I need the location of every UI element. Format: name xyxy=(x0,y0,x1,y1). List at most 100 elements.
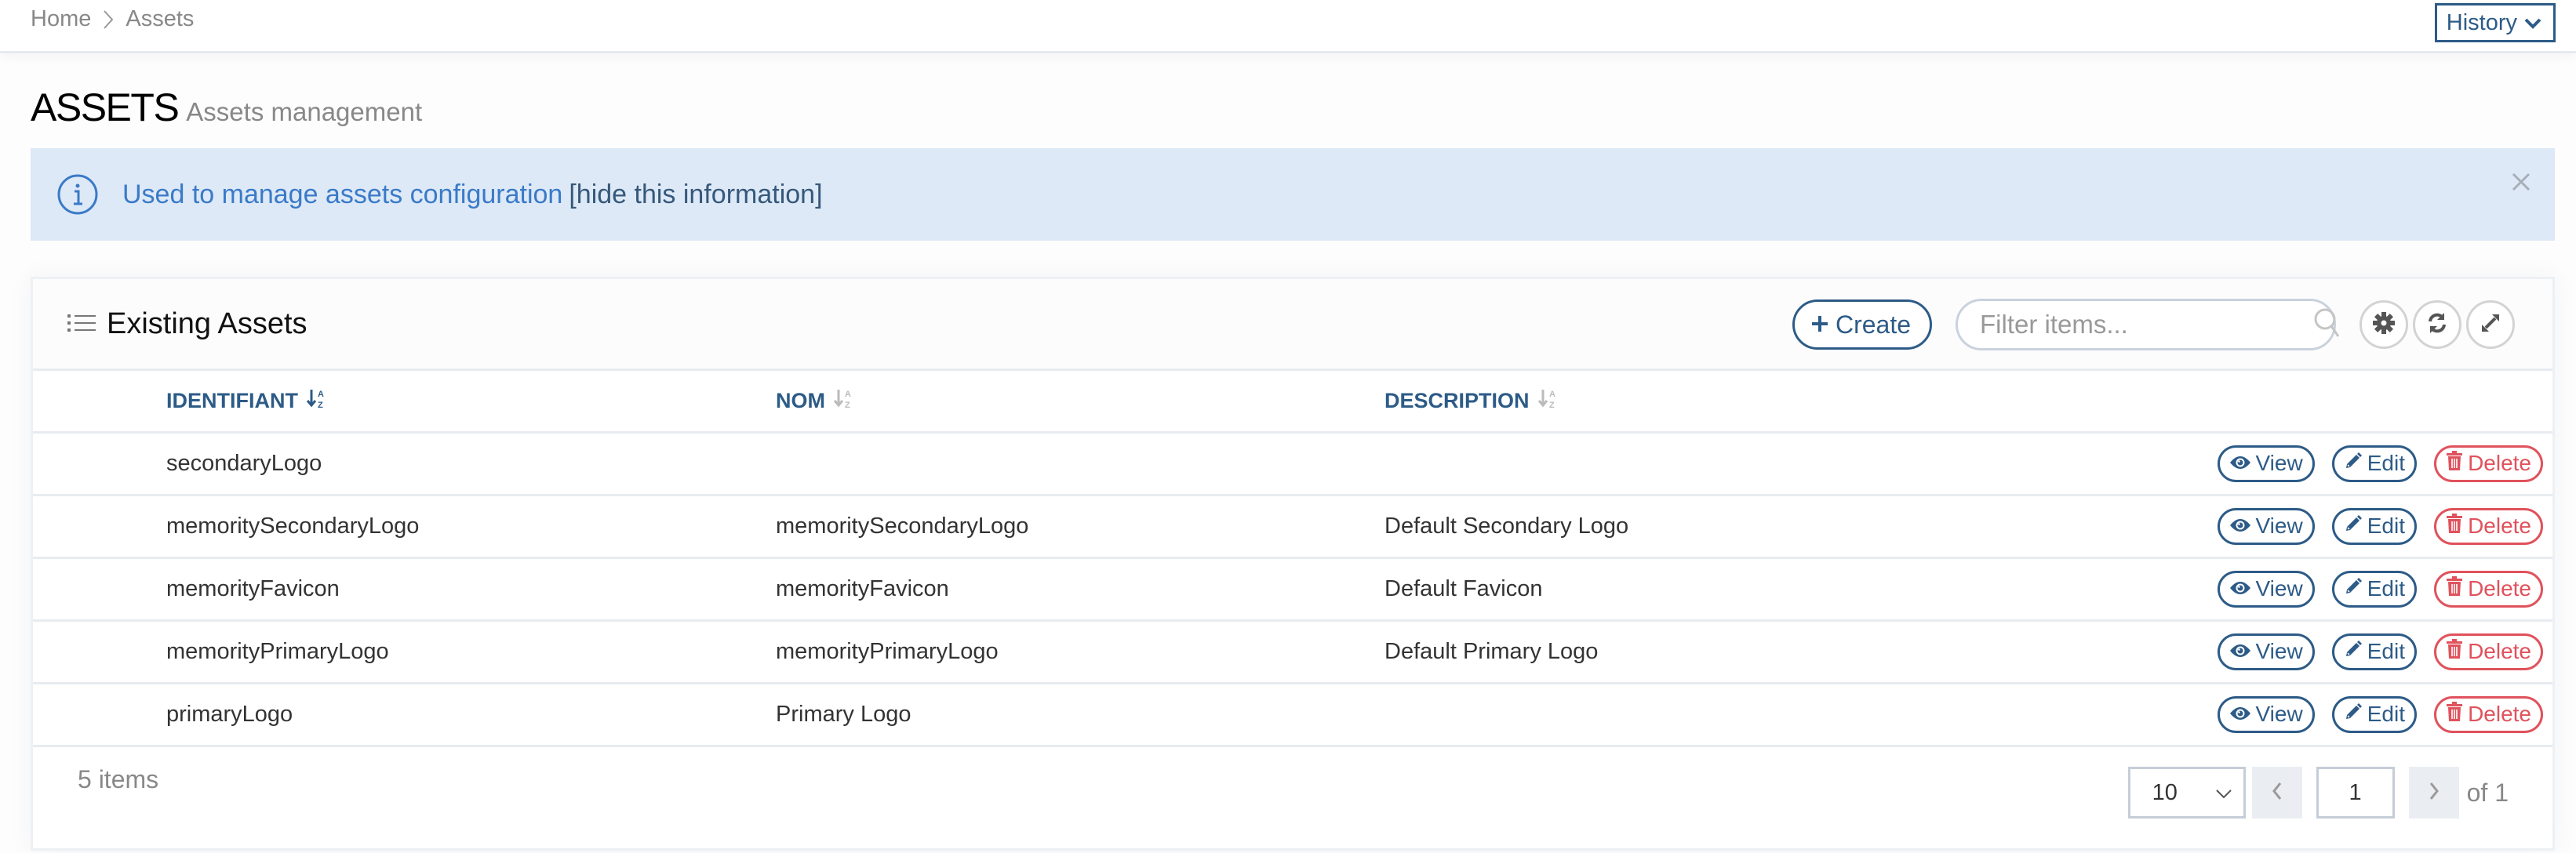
row-actions: View Edit Delete xyxy=(1868,620,2552,683)
hide-info-link[interactable]: [hide this information] xyxy=(569,180,822,209)
settings-button[interactable] xyxy=(2360,300,2408,349)
edit-label: Edit xyxy=(2367,451,2405,475)
column-label: IDENTIFIANT xyxy=(166,388,298,412)
page-number-input[interactable] xyxy=(2316,767,2395,819)
column-label: NOM xyxy=(776,388,825,412)
history-label: History xyxy=(2446,9,2517,35)
create-button[interactable]: Create xyxy=(1792,299,1932,350)
assets-table: IDENTIFIANT A Z NOM A Z DESCRIPTION A Z … xyxy=(33,371,2552,747)
eye-icon xyxy=(2229,576,2251,601)
cell-identifiant: memoritySecondaryLogo xyxy=(166,513,420,539)
page-title-main: ASSETS xyxy=(31,85,180,129)
edit-button[interactable]: Edit xyxy=(2331,570,2417,608)
previous-page-button[interactable] xyxy=(2251,767,2302,819)
cell-identifiant: memorityPrimaryLogo xyxy=(166,638,389,664)
chevron-right-icon xyxy=(2429,782,2440,804)
row-spacer xyxy=(33,432,166,495)
delete-button[interactable]: Delete xyxy=(2434,633,2543,670)
edit-button[interactable]: Edit xyxy=(2331,633,2417,670)
breadcrumb-home[interactable]: Home xyxy=(31,6,91,32)
trash-icon xyxy=(2446,701,2463,728)
delete-button[interactable]: Delete xyxy=(2434,570,2543,608)
cell-identifiant: secondaryLogo xyxy=(166,450,322,476)
refresh-icon xyxy=(2425,311,2449,339)
page-size-select[interactable]: 10 xyxy=(2127,767,2246,819)
delete-button[interactable]: Delete xyxy=(2434,695,2543,733)
info-text: Used to manage assets configuration [hide… xyxy=(122,180,823,210)
cell-nom xyxy=(776,432,1384,495)
view-label: View xyxy=(2255,576,2303,601)
cell-description: Default Secondary Logo xyxy=(1384,513,1629,539)
svg-text:A: A xyxy=(1549,390,1555,399)
cell-description xyxy=(1384,683,1868,746)
edit-button[interactable]: Edit xyxy=(2331,695,2417,733)
delete-label: Delete xyxy=(2468,514,2531,538)
close-icon[interactable] xyxy=(2511,172,2531,192)
table-row: primaryLogo Primary Logo View Edit Delet xyxy=(33,683,2552,746)
pencil-icon xyxy=(2344,451,2363,476)
view-button[interactable]: View xyxy=(2217,445,2315,482)
info-icon xyxy=(56,173,99,216)
info-message: Used to manage assets configuration xyxy=(122,179,563,209)
sort-alpha-icon: A Z xyxy=(833,387,855,415)
column-label: DESCRIPTION xyxy=(1384,388,1530,412)
edit-label: Edit xyxy=(2367,514,2405,538)
search-icon[interactable] xyxy=(2313,307,2341,343)
cell-description xyxy=(1384,432,1868,495)
eye-icon xyxy=(2229,514,2251,539)
view-label: View xyxy=(2255,702,2303,726)
svg-text:A: A xyxy=(845,390,851,399)
card-title: Existing Assets xyxy=(67,307,307,341)
expand-button[interactable] xyxy=(2466,300,2515,349)
assets-card: Existing Assets Create Filter items... I… xyxy=(31,277,2555,851)
page-total: of 1 xyxy=(2466,778,2509,807)
row-actions: View Edit Delete xyxy=(1868,557,2552,620)
card-toolbar: Create xyxy=(1792,299,2515,350)
column-description[interactable]: DESCRIPTION A Z xyxy=(1384,371,1868,432)
edit-label: Edit xyxy=(2367,639,2405,663)
column-nom[interactable]: NOM A Z xyxy=(776,371,1384,432)
refresh-button[interactable] xyxy=(2413,300,2461,349)
filter-input[interactable] xyxy=(1980,310,2313,339)
edit-button[interactable]: Edit xyxy=(2331,445,2417,482)
chevron-right-icon xyxy=(102,9,115,31)
create-label: Create xyxy=(1835,310,1911,339)
table-row: secondaryLogo View Edit Delete xyxy=(33,432,2552,495)
row-spacer xyxy=(33,495,166,557)
cell-identifiant: primaryLogo xyxy=(166,701,293,727)
breadcrumb: Home Assets xyxy=(31,6,194,32)
next-page-button[interactable] xyxy=(2408,767,2459,819)
pencil-icon xyxy=(2344,514,2363,539)
edit-label: Edit xyxy=(2367,702,2405,726)
delete-label: Delete xyxy=(2468,451,2531,475)
view-button[interactable]: View xyxy=(2217,695,2315,733)
delete-label: Delete xyxy=(2468,639,2531,663)
cell-description: Default Favicon xyxy=(1384,575,1543,601)
svg-text:A: A xyxy=(318,390,324,399)
expand-icon xyxy=(2479,311,2502,339)
svg-text:Z: Z xyxy=(318,401,323,409)
svg-text:Z: Z xyxy=(1549,401,1555,409)
sort-alpha-down-icon-active: A Z xyxy=(306,387,328,415)
row-actions: View Edit Delete xyxy=(1868,683,2552,746)
history-dropdown[interactable]: History xyxy=(2434,3,2556,42)
cell-identifiant: memorityFavicon xyxy=(166,575,340,601)
table-header-row: IDENTIFIANT A Z NOM A Z DESCRIPTION A Z xyxy=(33,371,2552,432)
cell-nom: memorityPrimaryLogo xyxy=(776,638,999,664)
eye-icon xyxy=(2229,702,2251,727)
delete-button[interactable]: Delete xyxy=(2434,507,2543,545)
view-label: View xyxy=(2255,451,2303,475)
delete-button[interactable]: Delete xyxy=(2434,445,2543,482)
eye-icon xyxy=(2229,639,2251,664)
column-identifiant[interactable]: IDENTIFIANT A Z xyxy=(166,371,776,432)
view-label: View xyxy=(2255,639,2303,663)
view-button[interactable]: View xyxy=(2217,507,2315,545)
trash-icon xyxy=(2446,450,2463,477)
chevron-left-icon xyxy=(2272,782,2283,804)
view-label: View xyxy=(2255,514,2303,538)
card-header: Existing Assets Create xyxy=(33,279,2552,371)
column-actions xyxy=(1868,371,2552,432)
view-button[interactable]: View xyxy=(2217,633,2315,670)
view-button[interactable]: View xyxy=(2217,570,2315,608)
edit-button[interactable]: Edit xyxy=(2331,507,2417,545)
